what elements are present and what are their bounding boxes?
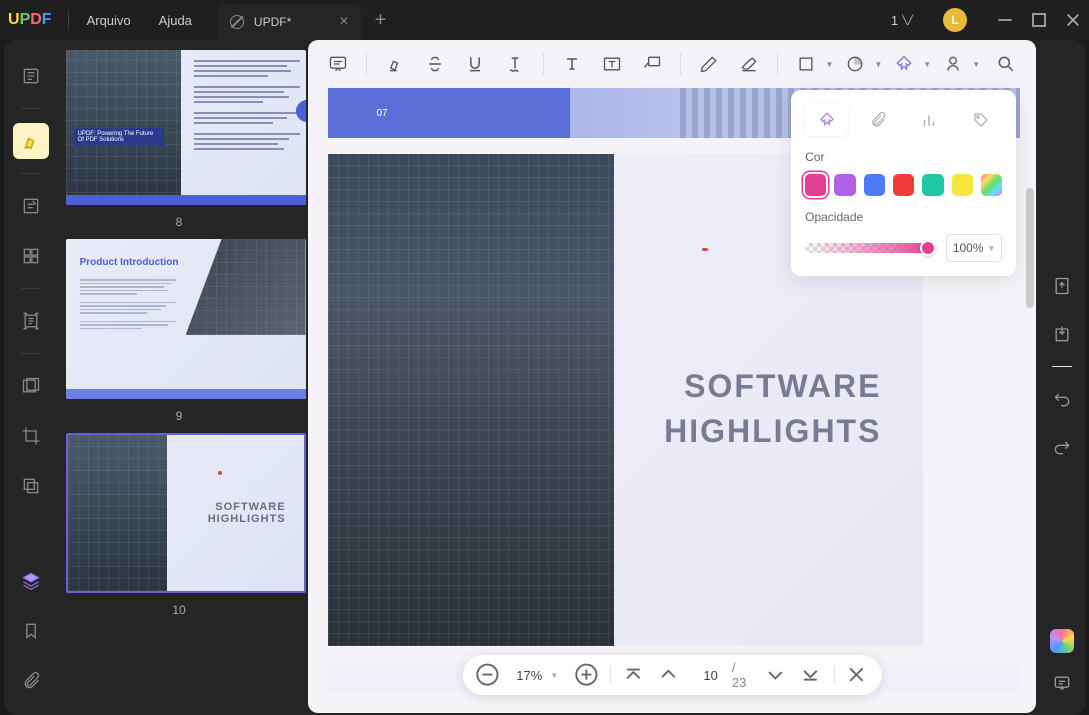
color-blue[interactable]	[864, 174, 885, 196]
page-building-image	[328, 154, 614, 646]
thumbnail-9[interactable]: Product Introduction 9	[66, 239, 293, 423]
titlebar: UPDF Arquivo Ajuda UPDF* × + 1 ╲╱ L	[0, 0, 1089, 40]
color-gradient[interactable]	[981, 174, 1002, 196]
page-organize-icon[interactable]	[13, 238, 49, 274]
squiggly-icon[interactable]	[497, 46, 533, 82]
thumbnail-number: 9	[66, 409, 293, 423]
thumbnail-10[interactable]: SOFTWAREHIGHLIGHTS 10	[66, 433, 293, 617]
maximize-icon[interactable]	[1031, 12, 1047, 28]
zoom-level-select[interactable]: 17%▼	[510, 668, 564, 683]
stamp-properties-popup: Cor Opacidade 100%▼	[791, 90, 1016, 276]
stamp-marker	[218, 471, 222, 475]
bookmark-icon[interactable]	[13, 613, 49, 649]
main-editor: ▼ ▼ ▼ ▼ Cor Opacid	[308, 40, 1036, 713]
popup-tab-tag[interactable]	[959, 104, 1002, 136]
app-logo: UPDF	[8, 11, 52, 29]
stamp-dropdown[interactable]: ▼	[886, 46, 931, 82]
close-window-icon[interactable]	[1065, 12, 1081, 28]
sticker-dropdown[interactable]: ▼	[837, 46, 882, 82]
compress-icon[interactable]	[13, 468, 49, 504]
highlighter-icon[interactable]	[377, 46, 413, 82]
menu-file[interactable]: Arquivo	[73, 7, 145, 34]
comment-icon[interactable]	[320, 46, 356, 82]
shape-dropdown[interactable]: ▼	[788, 46, 833, 82]
reader-mode-icon[interactable]	[13, 58, 49, 94]
textbox-icon[interactable]	[594, 46, 630, 82]
ai-assistant-icon[interactable]	[1050, 629, 1074, 653]
text-icon[interactable]	[554, 46, 590, 82]
opacity-value-select[interactable]: 100%▼	[946, 234, 1002, 262]
comments-panel-icon[interactable]	[1046, 667, 1078, 699]
tab-doc-icon	[230, 15, 244, 29]
strikethrough-icon[interactable]	[417, 46, 453, 82]
color-red[interactable]	[893, 174, 914, 196]
last-page-icon[interactable]	[798, 662, 823, 688]
annotation-toolbar: ▼ ▼ ▼ ▼	[308, 40, 1036, 88]
color-swatch-row	[805, 174, 1002, 196]
crop-icon[interactable]	[13, 418, 49, 454]
document-tab[interactable]: UPDF* ×	[218, 4, 361, 40]
thumbnail-panel[interactable]: UPDF: Powering The Future Of PDF Solutio…	[58, 40, 309, 715]
share-icon[interactable]	[1046, 318, 1078, 350]
zoom-in-icon[interactable]	[574, 662, 599, 688]
color-label: Cor	[805, 150, 1002, 164]
stamp-marker[interactable]	[702, 248, 708, 251]
eraser-icon[interactable]	[731, 46, 767, 82]
prev-page-icon[interactable]	[656, 662, 681, 688]
scrollbar-thumb[interactable]	[1026, 188, 1034, 308]
highlight-mode-icon[interactable]	[13, 123, 49, 159]
popup-tab-clip[interactable]	[856, 104, 899, 136]
page-number-input[interactable]: 10	[691, 668, 722, 683]
edit-text-icon[interactable]	[13, 188, 49, 224]
notification-badge[interactable]: 1 ╲╱	[891, 13, 913, 28]
close-nav-icon[interactable]	[844, 662, 869, 688]
page-total: / 23	[732, 660, 753, 690]
user-avatar[interactable]: L	[943, 8, 967, 32]
attachment-icon[interactable]	[13, 663, 49, 699]
thumbnail-number: 10	[66, 603, 293, 617]
ocr-icon[interactable]	[13, 303, 49, 339]
popup-tab-chart[interactable]	[908, 104, 951, 136]
next-page-icon[interactable]	[763, 662, 788, 688]
thumbnail-8[interactable]: UPDF: Powering The Future Of PDF Solutio…	[66, 50, 293, 229]
redo-icon[interactable]	[1046, 431, 1078, 463]
undo-icon[interactable]	[1046, 383, 1078, 415]
color-purple[interactable]	[834, 174, 855, 196]
zoom-out-icon[interactable]	[475, 662, 500, 688]
close-icon[interactable]: ×	[339, 13, 348, 31]
redact-icon[interactable]	[13, 368, 49, 404]
menu-help[interactable]: Ajuda	[145, 7, 206, 34]
left-sidebar	[4, 40, 58, 715]
color-pink[interactable]	[805, 174, 826, 196]
underline-icon[interactable]	[457, 46, 493, 82]
page-heading: SOFTWARE HIGHLIGHTS	[664, 364, 881, 454]
callout-icon[interactable]	[634, 46, 670, 82]
color-teal[interactable]	[922, 174, 943, 196]
right-sidebar	[1038, 40, 1085, 715]
page-navigator: 17%▼ 10 / 23	[463, 655, 881, 695]
pencil-icon[interactable]	[691, 46, 727, 82]
tab-title: UPDF*	[254, 15, 291, 29]
opacity-slider[interactable]	[805, 243, 936, 253]
first-page-icon[interactable]	[620, 662, 645, 688]
opacity-label: Opacidade	[805, 210, 1002, 224]
minimize-icon[interactable]	[997, 12, 1013, 28]
signature-dropdown[interactable]: ▼	[935, 46, 980, 82]
search-icon[interactable]	[988, 46, 1024, 82]
popup-tab-pin[interactable]	[805, 104, 848, 136]
thumbnail-number: 8	[66, 215, 293, 229]
color-yellow[interactable]	[952, 174, 973, 196]
layers-icon[interactable]	[13, 563, 49, 599]
export-icon[interactable]	[1046, 270, 1078, 302]
add-tab-button[interactable]: +	[375, 9, 387, 32]
